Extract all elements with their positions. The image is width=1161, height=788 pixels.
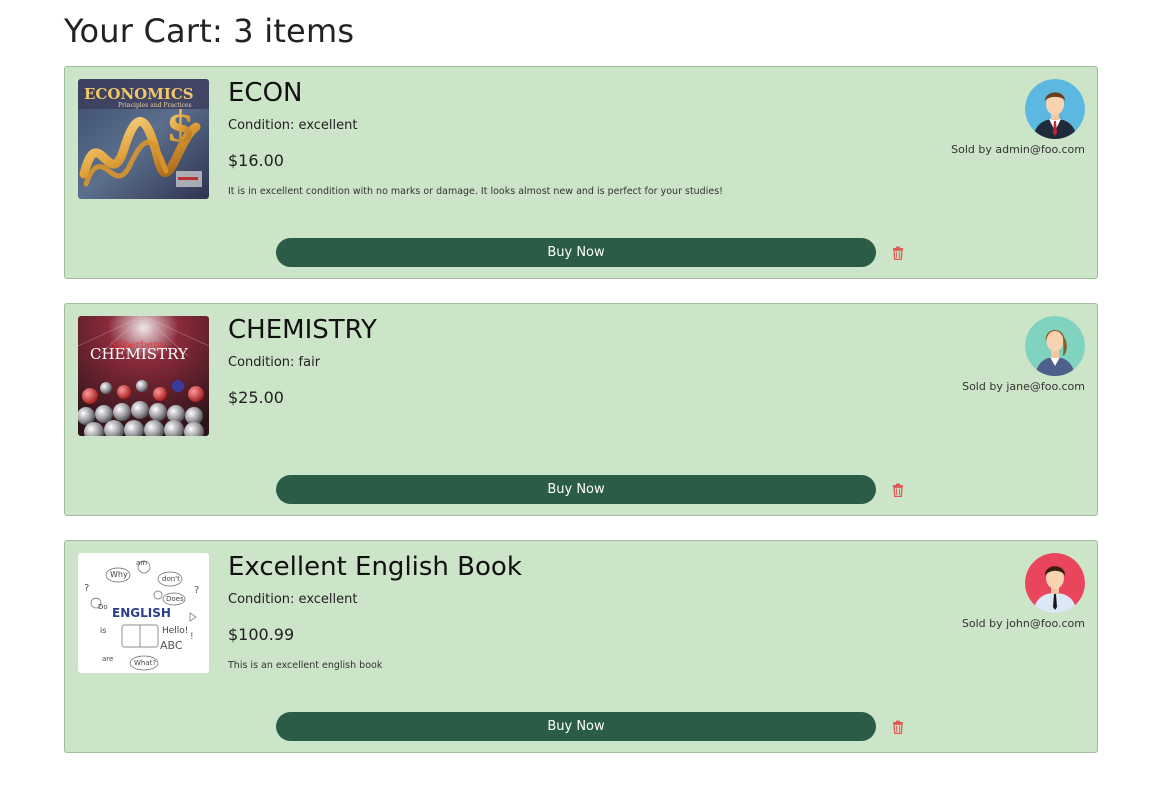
seller-info: Sold by jane@foo.com bbox=[865, 316, 1085, 393]
seller-avatar[interactable] bbox=[1025, 553, 1085, 613]
book-cover-image[interactable]: Silberberg CHEMISTRY bbox=[78, 316, 209, 436]
item-description: It is in excellent condition with no mar… bbox=[228, 186, 723, 197]
seller-email: Sold by john@foo.com bbox=[961, 617, 1085, 630]
cart-item: Why am don't Does ENGLISH Hello! ABC Wha… bbox=[64, 540, 1098, 753]
trash-icon bbox=[893, 720, 903, 734]
remove-item-button[interactable] bbox=[891, 720, 905, 734]
cover-title-text: ECONOMICS bbox=[84, 85, 194, 103]
item-title[interactable]: Excellent English Book bbox=[228, 552, 522, 582]
chemistry-book-cover: Silberberg CHEMISTRY bbox=[78, 316, 209, 436]
economics-book-cover: ECONOMICS Principles and Practices $ bbox=[78, 79, 209, 199]
cart-item: ECONOMICS Principles and Practices $ ECO… bbox=[64, 66, 1098, 279]
seller-avatar[interactable] bbox=[1025, 79, 1085, 139]
item-condition: Condition: excellent bbox=[228, 592, 358, 607]
item-title[interactable]: ECON bbox=[228, 78, 303, 108]
book-cover-image[interactable]: ECONOMICS Principles and Practices $ bbox=[78, 79, 209, 199]
item-price: $16.00 bbox=[228, 151, 284, 170]
book-cover-image[interactable]: Why am don't Does ENGLISH Hello! ABC Wha… bbox=[78, 553, 209, 673]
trash-icon bbox=[893, 246, 903, 260]
buy-now-button[interactable]: Buy Now bbox=[276, 238, 876, 267]
page-title: Your Cart: 3 items bbox=[64, 12, 355, 50]
doodle-word: are bbox=[102, 655, 113, 663]
seller-email: Sold by admin@foo.com bbox=[951, 143, 1085, 156]
item-price: $25.00 bbox=[228, 388, 284, 407]
svg-text:!: ! bbox=[190, 632, 194, 642]
woman-avatar-icon bbox=[1025, 316, 1085, 376]
doodle-word: Do bbox=[98, 603, 108, 611]
seller-avatar[interactable] bbox=[1025, 316, 1085, 376]
svg-text:?: ? bbox=[194, 585, 199, 596]
buy-now-button[interactable]: Buy Now bbox=[276, 712, 876, 741]
remove-item-button[interactable] bbox=[891, 246, 905, 260]
doodle-word: What? bbox=[134, 659, 156, 667]
cover-title-text: CHEMISTRY bbox=[90, 345, 189, 363]
item-condition: Condition: fair bbox=[228, 355, 321, 370]
item-price: $100.99 bbox=[228, 625, 295, 644]
trash-icon bbox=[893, 483, 903, 497]
svg-text:?: ? bbox=[84, 583, 89, 594]
doodle-word: is bbox=[100, 626, 106, 635]
seller-email: Sold by jane@foo.com bbox=[962, 380, 1085, 393]
man-avatar-icon bbox=[1025, 79, 1085, 139]
svg-text:$: $ bbox=[166, 102, 195, 151]
cart-page: Your Cart: 3 items ECONOMICS Principles … bbox=[0, 0, 1161, 788]
item-title[interactable]: CHEMISTRY bbox=[228, 315, 377, 345]
doodle-word: Hello! bbox=[162, 626, 188, 636]
doodle-word: Why bbox=[110, 570, 128, 579]
buy-now-button[interactable]: Buy Now bbox=[276, 475, 876, 504]
cart-list: ECONOMICS Principles and Practices $ ECO… bbox=[64, 66, 1100, 777]
cover-title-text: ENGLISH bbox=[112, 606, 171, 620]
man-avatar-icon bbox=[1025, 553, 1085, 613]
item-condition: Condition: excellent bbox=[228, 118, 358, 133]
english-book-cover: Why am don't Does ENGLISH Hello! ABC Wha… bbox=[78, 553, 209, 673]
doodle-word: ABC bbox=[160, 639, 183, 652]
remove-item-button[interactable] bbox=[891, 483, 905, 497]
doodle-word: am bbox=[136, 559, 147, 567]
item-description: This is an excellent english book bbox=[228, 660, 383, 671]
cart-item: Silberberg CHEMISTRY CHEMISTRY Condition… bbox=[64, 303, 1098, 516]
doodle-word: don't bbox=[162, 575, 180, 583]
seller-info: Sold by john@foo.com bbox=[865, 553, 1085, 630]
seller-info: Sold by admin@foo.com bbox=[865, 79, 1085, 156]
doodle-word: Does bbox=[166, 595, 184, 603]
